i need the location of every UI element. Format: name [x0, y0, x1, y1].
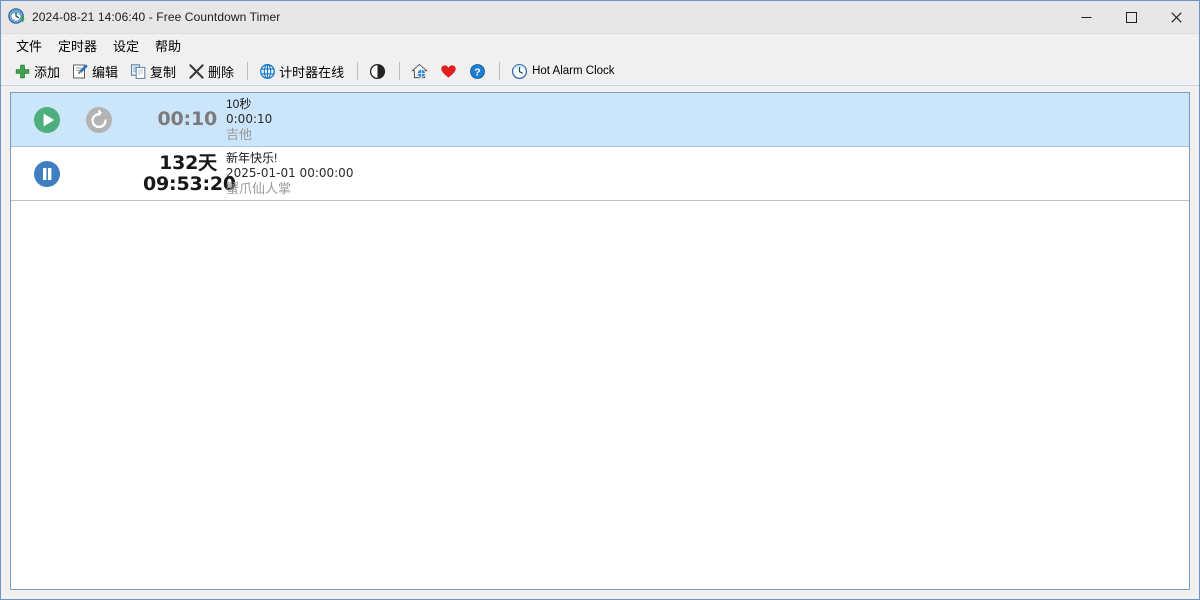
timer-row-1-controls: [11, 105, 143, 135]
x-delete-icon: [188, 63, 205, 80]
donate-button[interactable]: [435, 59, 462, 83]
window-controls: [1064, 1, 1199, 33]
toolbar-separator-4: [499, 62, 501, 80]
window-title: 2024-08-21 14:06:40 - Free Countdown Tim…: [32, 10, 281, 24]
question-help-icon: ?: [469, 63, 486, 80]
reset-button[interactable]: [84, 105, 114, 135]
menu-file[interactable]: 文件: [8, 34, 50, 58]
edit-label: 编辑: [92, 64, 119, 80]
timer-row-1[interactable]: 00:10 10秒 0:00:10 吉他: [11, 93, 1189, 147]
menu-bar: 文件 定时器 设定 帮助: [1, 34, 1199, 57]
add-button[interactable]: 添加: [9, 59, 65, 83]
timer-row-2-target: 2025-01-01 00:00:00: [226, 165, 354, 180]
menu-settings[interactable]: 设定: [105, 34, 147, 58]
clock-icon: [511, 63, 528, 80]
title-bar: 2024-08-21 14:06:40 - Free Countdown Tim…: [1, 1, 1199, 34]
timer-row-2-countdown: 132天 09:53:20: [143, 151, 236, 195]
pencil-edit-icon: [72, 63, 89, 80]
copy-icon: [130, 63, 147, 80]
copy-button[interactable]: 复制: [125, 59, 181, 83]
toolbar: 添加 编辑 复制 删除 计时器在线 ? Hot Alarm Clock: [1, 57, 1199, 86]
hot-alarm-clock-label: Hot Alarm Clock: [532, 65, 615, 77]
heart-icon: [440, 63, 457, 80]
toolbar-separator-1: [247, 62, 249, 80]
maximize-button[interactable]: [1109, 1, 1154, 33]
timer-row-2-time-line2: 09:53:20: [143, 172, 236, 195]
copy-label: 复制: [150, 64, 177, 80]
timer-list[interactable]: 00:10 10秒 0:00:10 吉他 132天 09:53:20 新年快乐!…: [10, 92, 1190, 590]
timer-row-2-info: 新年快乐! 2025-01-01 00:00:00 蟹爪仙人掌: [217, 151, 1189, 197]
theme-toggle-button[interactable]: [364, 59, 391, 83]
pause-button[interactable]: [32, 159, 62, 189]
online-timer-button[interactable]: 计时器在线: [254, 59, 349, 83]
hot-alarm-clock-button[interactable]: Hot Alarm Clock: [506, 59, 619, 83]
home-globe-icon: [411, 63, 428, 80]
toolbar-separator-2: [357, 62, 359, 80]
app-window: 2024-08-21 14:06:40 - Free Countdown Tim…: [0, 0, 1200, 600]
timer-row-1-info: 10秒 0:00:10 吉他: [217, 97, 1189, 143]
delete-label: 删除: [208, 64, 235, 80]
timer-row-2[interactable]: 132天 09:53:20 新年快乐! 2025-01-01 00:00:00 …: [11, 147, 1189, 201]
play-button[interactable]: [32, 105, 62, 135]
plus-icon: [14, 63, 31, 80]
timer-row-2-title: 新年快乐!: [226, 150, 278, 165]
timer-row-1-target: 0:00:10: [226, 111, 273, 126]
timer-row-2-sound: 蟹爪仙人掌: [226, 180, 292, 196]
online-timer-label: 计时器在线: [279, 64, 345, 80]
timer-row-1-time-line1: 00:10: [157, 108, 218, 130]
add-label: 添加: [34, 64, 61, 80]
menu-help[interactable]: 帮助: [147, 34, 189, 58]
globe-icon: [259, 63, 276, 80]
countdown-clock-icon: [8, 8, 26, 26]
close-button[interactable]: [1154, 1, 1199, 33]
timer-row-1-countdown: 00:10: [143, 108, 218, 130]
edit-button[interactable]: 编辑: [67, 59, 123, 83]
menu-timer[interactable]: 定时器: [50, 34, 105, 58]
timer-row-1-sound: 吉他: [226, 126, 253, 142]
contrast-circle-icon: [369, 63, 386, 80]
homepage-button[interactable]: [406, 59, 433, 83]
help-button[interactable]: ?: [464, 59, 491, 83]
minimize-button[interactable]: [1064, 1, 1109, 33]
timer-list-container: 00:10 10秒 0:00:10 吉他 132天 09:53:20 新年快乐!…: [1, 86, 1199, 599]
toolbar-separator-3: [399, 62, 401, 80]
svg-text:?: ?: [474, 66, 480, 78]
delete-button[interactable]: 删除: [183, 59, 239, 83]
timer-row-1-title: 10秒: [226, 96, 252, 111]
timer-row-2-time-line1: 132天: [159, 151, 217, 174]
timer-row-2-controls: [11, 159, 143, 189]
